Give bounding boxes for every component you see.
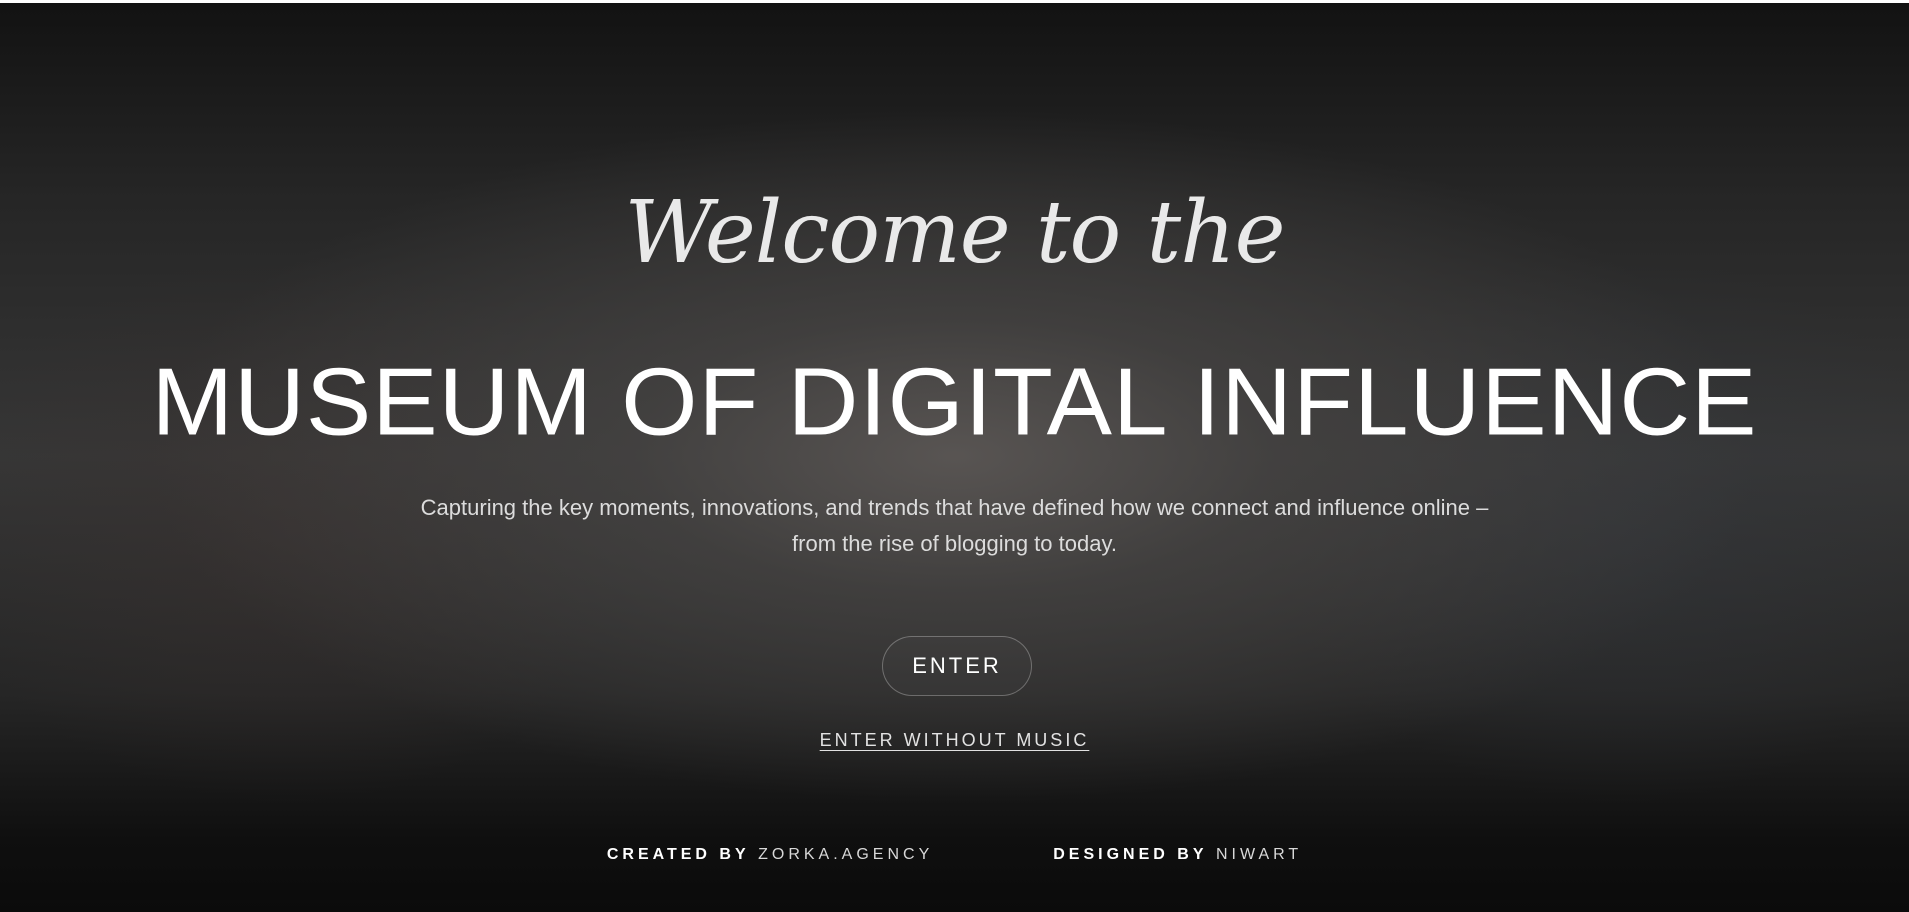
created-by-label: CREATED BY [606,846,750,863]
enter-button[interactable]: ENTER [882,636,1032,696]
designed-by-link[interactable]: NIWART [1216,846,1302,863]
created-by-link[interactable]: ZORKA.AGENCY [758,846,933,863]
landing-page: Welcome to the MUSEUM OF DIGITAL INFLUEN… [0,0,1909,912]
created-by-credit: CREATED BY ZORKA.AGENCY [607,846,933,864]
enter-without-music-container: ENTER WITHOUT MUSIC [0,730,1909,751]
subtitle-line-1: Capturing the key moments, innovations, … [420,495,1489,520]
subtitle: Capturing the key moments, innovations, … [330,490,1579,562]
footer-credits: CREATED BY ZORKA.AGENCY DESIGNED BY NIWA… [0,846,1909,864]
designed-by-label: DESIGNED BY [1053,846,1208,863]
top-border [0,0,1909,3]
designed-by-credit: DESIGNED BY NIWART [1053,846,1302,864]
subtitle-line-2: from the rise of blogging to today. [792,531,1117,556]
welcome-heading: Welcome to the [624,183,1285,283]
enter-without-music-link[interactable]: ENTER WITHOUT MUSIC [820,730,1090,750]
page-title: MUSEUM OF DIGITAL INFLUENCE [151,347,1758,455]
